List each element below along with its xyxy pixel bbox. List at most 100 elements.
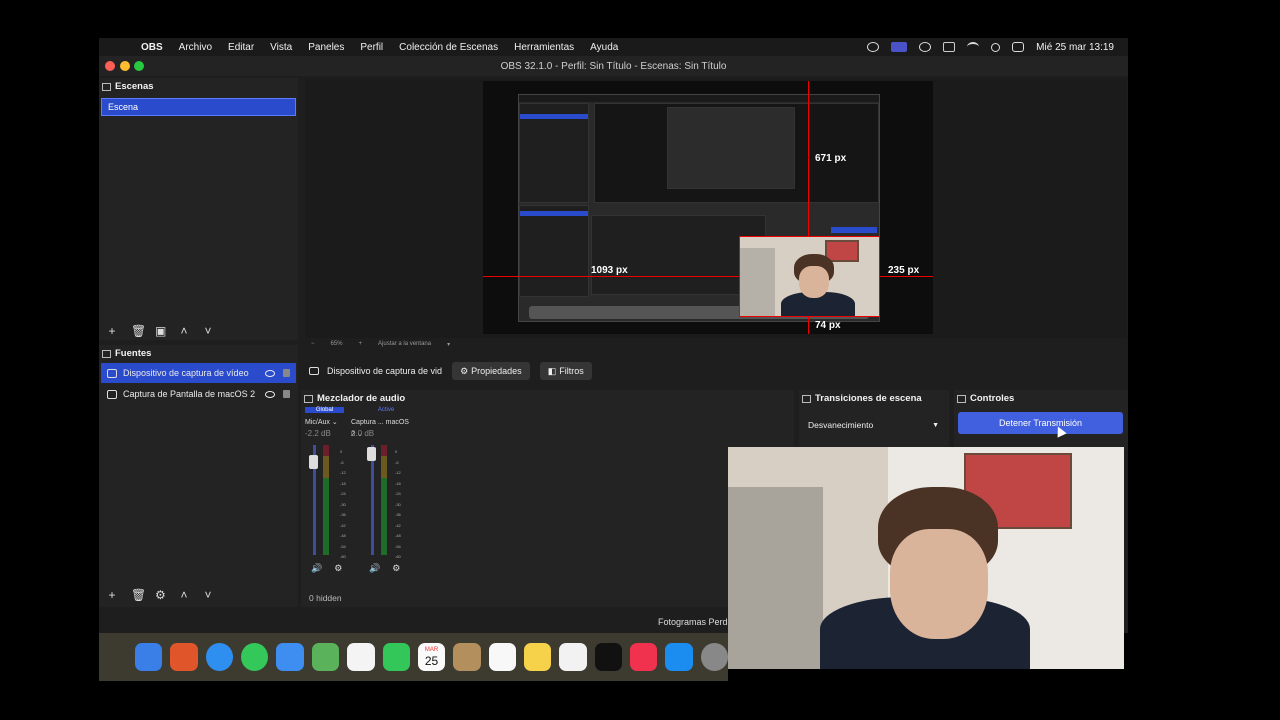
menu-perfil[interactable]: Perfil <box>360 42 383 53</box>
guide-line-bottom <box>808 316 809 334</box>
mail-icon[interactable] <box>276 643 304 671</box>
photos-icon[interactable] <box>347 643 375 671</box>
lock-icon[interactable] <box>283 390 290 398</box>
zoom-out-icon[interactable]: − <box>311 341 315 347</box>
webcam-overlay <box>728 447 1124 669</box>
move-up-icon[interactable]: ˄ <box>179 324 189 338</box>
menu-herramientas[interactable]: Herramientas <box>514 42 574 53</box>
move-down-icon[interactable]: ˅ <box>203 588 213 602</box>
reminders-icon[interactable] <box>488 643 516 671</box>
menu-clock[interactable]: Mié 25 mar 13:19 <box>1036 42 1114 53</box>
settings-icon[interactable] <box>700 643 729 671</box>
zoom-button[interactable] <box>134 61 144 71</box>
visibility-icon[interactable] <box>265 369 275 377</box>
gear-icon[interactable]: ⚙ <box>155 588 166 602</box>
speaker-icon[interactable]: 🔊 <box>311 563 322 574</box>
fit-window[interactable]: Ajustar a la ventana <box>378 341 431 347</box>
properties-button[interactable]: ⚙ Propiedades <box>452 362 530 380</box>
safari-icon[interactable] <box>205 643 234 671</box>
menu-ayuda[interactable]: Ayuda <box>590 42 618 53</box>
volume-knob[interactable] <box>309 455 318 469</box>
stop-streaming-button[interactable]: Detener Transmisión <box>958 412 1123 434</box>
title-bar: OBS 32.1.0 - Perfil: Sin Título - Escena… <box>99 56 1128 76</box>
source-label: Dispositivo de captura de vídeo <box>123 368 249 378</box>
notes-icon[interactable] <box>523 643 552 671</box>
scenes-panel: Escenas Escena + 🗑 ▣ ˄ ˅ <box>99 78 298 340</box>
trash-icon[interactable]: 🗑 <box>131 588 146 602</box>
freeform-icon[interactable] <box>559 643 587 671</box>
menu-coleccion-escenas[interactable]: Colección de Escenas <box>399 42 498 53</box>
visibility-icon[interactable] <box>265 390 275 398</box>
scenes-header: Escenas <box>99 78 298 95</box>
obs-status-icon[interactable] <box>867 42 880 52</box>
menu-vista[interactable]: Vista <box>270 42 292 53</box>
music-icon[interactable] <box>630 643 658 671</box>
menu-paneles[interactable]: Paneles <box>308 42 344 53</box>
lock-icon[interactable] <box>283 369 290 377</box>
volume-slider[interactable] <box>371 445 374 555</box>
move-up-icon[interactable]: ˄ <box>179 588 189 602</box>
control-center-icon[interactable] <box>1012 42 1025 52</box>
controls-header: Controles <box>954 390 1128 407</box>
filter-icon[interactable]: ▣ <box>155 324 166 338</box>
wifi-icon[interactable] <box>967 42 980 52</box>
measure-right: 235 px <box>888 265 920 276</box>
contacts-icon[interactable] <box>453 643 481 671</box>
guide-line-right <box>880 276 933 277</box>
level-meter <box>323 445 329 555</box>
chevron-down-icon[interactable]: ▾ <box>447 341 450 348</box>
transitions-title: Transiciones de escena <box>815 393 922 404</box>
add-icon[interactable]: + <box>107 324 117 338</box>
display-icon[interactable] <box>891 42 908 52</box>
bbox-top <box>739 236 880 237</box>
source-item[interactable]: Captura de Pantalla de macOS 2 <box>101 384 296 404</box>
bbox-left <box>739 236 740 316</box>
transition-select[interactable]: Desvanecimiento ▼ <box>805 416 943 434</box>
filters-button[interactable]: ◧ Filtros <box>539 362 592 380</box>
close-button[interactable] <box>105 61 115 71</box>
move-down-icon[interactable]: ˅ <box>203 324 213 338</box>
menu-editar[interactable]: Editar <box>228 42 254 53</box>
bbox-bottom <box>739 316 880 317</box>
inner-stop-button <box>831 227 877 233</box>
search-icon[interactable] <box>991 42 1001 52</box>
menu-obs[interactable]: OBS <box>141 42 163 53</box>
panel-icon <box>802 394 811 403</box>
mixer-footer: 0 hidden ⊟ ⚙ <box>301 588 794 608</box>
display-capture-icon <box>107 389 117 399</box>
channel-name[interactable]: Captura ... macOS 2 ⌄ <box>351 417 411 438</box>
tab-active[interactable]: Active <box>363 407 409 413</box>
volume-knob[interactable] <box>367 447 376 461</box>
source-item[interactable]: Dispositivo de captura de vídeo <box>101 363 296 383</box>
speaker-icon[interactable]: 🔊 <box>369 563 380 574</box>
macos-dock: MAR 25 <box>99 633 729 681</box>
filter-icon: ◧ <box>547 365 557 376</box>
meter-scale: 0 -6 -12 -18 -24 -30 -36 -42 -48 -54 -60 <box>395 449 401 559</box>
channel-settings-icon[interactable]: ⚙ <box>334 563 342 574</box>
channel-settings-icon[interactable]: ⚙ <box>392 563 400 574</box>
launchpad-icon[interactable] <box>170 643 198 671</box>
messages-icon[interactable] <box>241 643 269 671</box>
preview-area[interactable]: 671 px 1093 px 235 px 74 px <box>305 78 1127 338</box>
calendar-icon[interactable]: MAR 25 <box>417 643 446 671</box>
finder-icon[interactable] <box>135 643 163 671</box>
inner-sources <box>519 205 589 297</box>
appletv-icon[interactable] <box>594 643 623 671</box>
trash-icon[interactable]: 🗑 <box>131 324 146 338</box>
panel-icon <box>102 349 111 358</box>
play-icon[interactable] <box>919 42 932 52</box>
maps-icon[interactable] <box>311 643 340 671</box>
mixer-header: Mezclador de audio <box>301 390 794 407</box>
minimize-button[interactable] <box>120 61 130 71</box>
zoom-in-icon[interactable]: + <box>359 341 363 347</box>
menu-archivo[interactable]: Archivo <box>179 42 212 53</box>
scene-item[interactable]: Escena <box>101 98 296 116</box>
sources-header: Fuentes <box>99 345 298 362</box>
facetime-icon[interactable] <box>382 643 410 671</box>
scenes-title: Escenas <box>115 81 154 92</box>
add-icon[interactable]: + <box>107 588 117 602</box>
battery-icon[interactable] <box>943 42 956 52</box>
program-canvas[interactable]: 671 px 1093 px 235 px 74 px <box>483 81 933 334</box>
tab-global[interactable]: Global <box>305 407 344 413</box>
appstore-icon[interactable] <box>665 643 693 671</box>
